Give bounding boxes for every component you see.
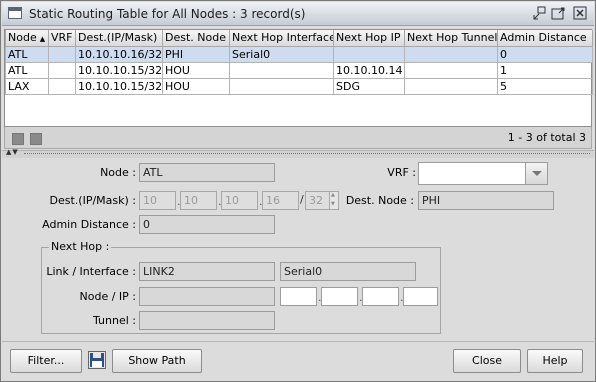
mask-spinner-arrows-icon[interactable]: [329, 191, 339, 210]
cell-next-hop-ip: SDG: [333, 77, 405, 95]
close-button[interactable]: Close: [453, 349, 521, 373]
link-interface-label: Link / Interface :: [46, 265, 136, 278]
routing-table: Node ▲ VRF Dest.(IP/Mask) Dest. Node Next…: [4, 29, 593, 127]
cell-next-hop-ip: [333, 45, 405, 63]
next-hop-ip-octet-4[interactable]: [403, 287, 438, 306]
route-detail-form: Node : ATL VRF : Dest.(IP/Mask) : 10 . 1…: [2, 158, 594, 338]
window-icon: [8, 7, 22, 19]
column-header-next-hop-tunnel[interactable]: Next Hop Tunnel: [404, 30, 498, 47]
tunnel-field[interactable]: [139, 311, 275, 330]
sort-ascending-icon: ▲: [39, 35, 46, 44]
cell-dest-node: HOU: [162, 77, 230, 95]
restore-icon[interactable]: [532, 6, 547, 21]
cell-admin-distance: 1: [497, 61, 593, 79]
column-header-node[interactable]: Node ▲: [5, 30, 49, 47]
node-field[interactable]: ATL: [139, 163, 275, 182]
interface-field[interactable]: Serial0: [280, 262, 416, 281]
column-header-vrf[interactable]: VRF: [48, 30, 76, 47]
cell-admin-distance: 5: [497, 77, 593, 95]
next-hop-ip-octet-1[interactable]: [280, 287, 317, 306]
column-header-dest-node[interactable]: Dest. Node: [162, 30, 230, 47]
cell-admin-distance: 0: [497, 45, 593, 63]
previous-page-icon[interactable]: [12, 133, 24, 145]
next-hop-group-title: Next Hop :: [49, 240, 112, 253]
table-header-row: Node ▲ VRF Dest.(IP/Mask) Dest. Node Next…: [5, 30, 593, 47]
mask-separator: /: [300, 193, 304, 206]
split-pane-divider[interactable]: ▲▼: [2, 148, 594, 158]
vrf-dropdown[interactable]: [418, 162, 548, 185]
cell-dest: 10.10.10.15/32: [75, 61, 163, 79]
button-bar: Filter... Show Path Close Help: [2, 341, 594, 381]
divider-grip: [24, 153, 590, 154]
cell-next-hop-ip: 10.10.10.14: [333, 61, 405, 79]
cell-dest: 10.10.10.16/32: [75, 45, 163, 63]
static-routing-window: Static Routing Table for All Nodes : 3 r…: [0, 0, 596, 382]
cell-dest-node: HOU: [162, 61, 230, 79]
admin-distance-label: Admin Distance :: [42, 218, 136, 231]
cell-next-hop-tunnel: [404, 61, 498, 79]
tunnel-label: Tunnel :: [93, 314, 136, 327]
dest-ip-octet-2[interactable]: 10: [180, 191, 217, 210]
next-hop-group: Next Hop : Link / Interface : LINK2 Seri…: [41, 240, 441, 334]
column-header-dest[interactable]: Dest.(IP/Mask): [75, 30, 163, 47]
records-count: 1 - 3 of total 3: [507, 131, 586, 144]
table-row[interactable]: LAX 10.10.10.15/32 HOU SDG 5: [5, 77, 593, 95]
column-header-next-hop-interface[interactable]: Next Hop Interface: [229, 30, 334, 47]
next-page-icon[interactable]: [30, 133, 42, 145]
next-hop-ip-octet-2[interactable]: [321, 287, 358, 306]
cell-vrf: [48, 61, 76, 79]
cell-next-hop-interface: [229, 77, 334, 95]
node-label: Node :: [100, 166, 136, 179]
column-header-admin-distance[interactable]: Admin Distance: [497, 30, 593, 47]
link-field[interactable]: LINK2: [139, 262, 275, 281]
routing-grid: Node ▲ VRF Dest.(IP/Mask) Dest. Node Next…: [5, 30, 593, 95]
title-bar[interactable]: Static Routing Table for All Nodes : 3 r…: [2, 2, 594, 26]
admin-distance-field[interactable]: 0: [139, 215, 275, 234]
show-path-button[interactable]: Show Path: [112, 349, 202, 373]
node-ip-label: Node / IP :: [79, 290, 137, 303]
cell-next-hop-interface: [229, 61, 334, 79]
dest-ip-octet-3[interactable]: 10: [221, 191, 258, 210]
cell-dest: 10.10.10.15/32: [75, 77, 163, 95]
cell-node: ATL: [5, 61, 49, 79]
dest-ip-octet-4[interactable]: 16: [262, 191, 299, 210]
dest-mask-spinner-field[interactable]: 32: [305, 191, 330, 210]
maximize-icon[interactable]: [551, 6, 566, 21]
dest-node-label: Dest. Node :: [345, 194, 414, 207]
help-button[interactable]: Help: [527, 349, 583, 373]
cell-next-hop-tunnel: [404, 45, 498, 63]
dest-node-field[interactable]: PHI: [418, 191, 554, 210]
column-header-next-hop-ip[interactable]: Next Hop IP: [333, 30, 405, 47]
window-title: Static Routing Table for All Nodes : 3 r…: [29, 7, 306, 21]
cell-next-hop-interface: Serial0: [229, 45, 334, 63]
cell-node: LAX: [5, 77, 49, 95]
chevron-down-icon[interactable]: [525, 163, 547, 184]
close-icon[interactable]: [573, 6, 588, 21]
cell-vrf: [48, 77, 76, 95]
collapse-arrows-icon[interactable]: ▲▼: [6, 148, 19, 156]
table-status-bar: 1 - 3 of total 3: [4, 127, 592, 149]
save-icon[interactable]: [88, 351, 106, 369]
vrf-label: VRF :: [387, 166, 416, 179]
cell-vrf: [48, 45, 76, 63]
table-row[interactable]: ATL 10.10.10.15/32 HOU 10.10.10.14 1: [5, 61, 593, 79]
next-hop-node-field[interactable]: [139, 287, 275, 306]
dest-ip-mask-label: Dest.(IP/Mask) :: [49, 194, 136, 207]
cell-dest-node: PHI: [162, 45, 230, 63]
dest-ip-octet-1[interactable]: 10: [139, 191, 176, 210]
cell-node: ATL: [5, 45, 49, 63]
filter-button[interactable]: Filter...: [10, 349, 82, 373]
table-row[interactable]: ATL 10.10.10.16/32 PHI Serial0 0: [5, 45, 593, 63]
next-hop-ip-octet-3[interactable]: [362, 287, 399, 306]
cell-next-hop-tunnel: [404, 77, 498, 95]
